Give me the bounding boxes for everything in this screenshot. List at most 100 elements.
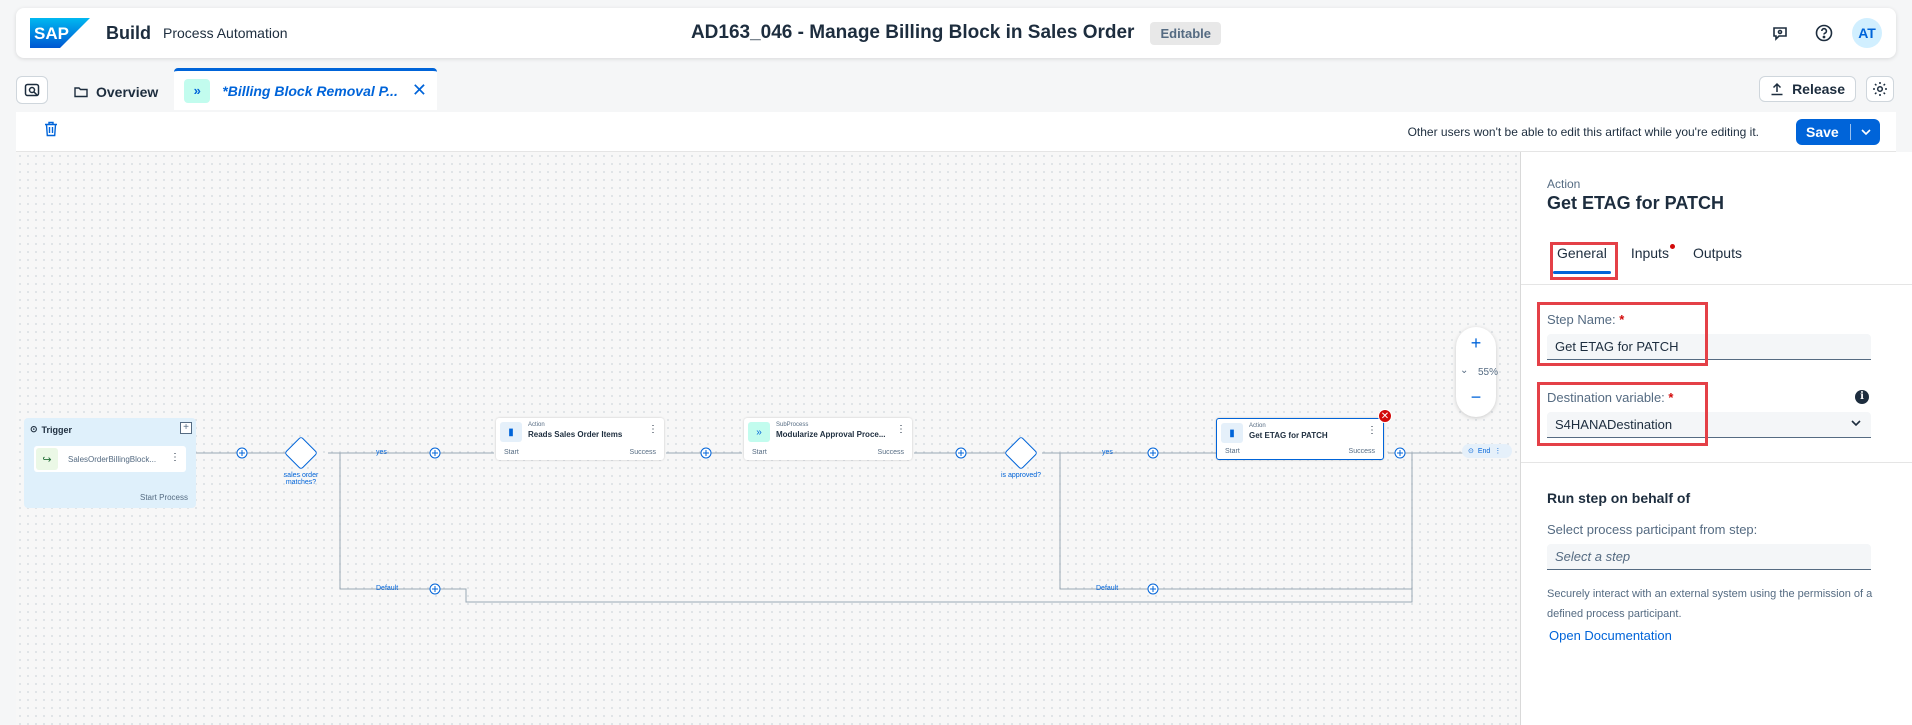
tab-overview-label: Overview [96, 84, 159, 100]
trigger-block[interactable]: ⊙ Trigger + ↪ SalesOrderBillingBlock... … [24, 418, 196, 508]
tab-inputs[interactable]: Inputs [1621, 242, 1679, 274]
shell-title-area: AD163_046 - Manage Billing Block in Sale… [16, 8, 1896, 58]
tab-inputs-label: Inputs [1630, 245, 1669, 261]
upload-icon [1771, 82, 1783, 96]
destination-select[interactable]: S4HANADestination [1547, 412, 1871, 438]
folder-icon [74, 87, 88, 98]
editor-tabs: Overview » *Billing Block Removal P... ✕… [16, 68, 1896, 110]
end-label: End [1477, 447, 1491, 455]
zoom-control: + ⌄ 55% − [1456, 327, 1499, 417]
destination-label: Destination variable: * [1547, 390, 1674, 405]
destination-value: S4HANADestination [1555, 417, 1673, 432]
more-icon[interactable]: ⋮ [648, 424, 658, 435]
trigger-item[interactable]: ↪ SalesOrderBillingBlock... ⋮ [34, 446, 186, 472]
chevron-down-icon [1849, 416, 1863, 433]
wire-label-default: Default [376, 585, 399, 592]
svg-text:SAP: SAP [34, 24, 69, 43]
avatar[interactable]: AT [1852, 18, 1882, 48]
zoom-level: 55% [1478, 367, 1499, 378]
product-name: Build [106, 22, 151, 43]
node-kind: SubProcess [776, 422, 809, 428]
tab-outputs[interactable]: Outputs [1683, 242, 1752, 274]
project-title: AD163_046 - Manage Billing Block in Sale… [690, 22, 1135, 43]
panel-divider [1521, 462, 1912, 463]
participant-note: Securely interact with an external syste… [1547, 588, 1873, 620]
trash-icon [45, 121, 57, 137]
gate-label: sales order matches? [283, 472, 319, 486]
node-name: Modularize Approval Proce... [776, 430, 886, 439]
settings-button[interactable] [1866, 76, 1894, 102]
process-icon: » [184, 78, 211, 103]
node-start: Start [504, 449, 519, 456]
node-name: Reads Sales Order Items [528, 430, 623, 439]
error-icon[interactable]: ✕ [1378, 409, 1392, 423]
action-icon: ▮ [500, 422, 522, 442]
help-icon[interactable] [1808, 17, 1840, 49]
zoom-in-button[interactable]: + [1456, 333, 1496, 354]
subprocess-node[interactable]: » SubProcess Modularize Approval Proce..… [744, 418, 912, 460]
step-name-label: Step Name: * [1547, 312, 1625, 327]
release-label: Release [1792, 81, 1845, 97]
zoom-out-button[interactable]: − [1456, 387, 1496, 408]
node-success: Success [877, 449, 904, 456]
more-icon[interactable]: ⋮ [170, 452, 180, 463]
participant-select[interactable]: Select a step [1547, 544, 1871, 570]
more-icon[interactable]: ⋮ [1494, 447, 1501, 455]
joule-assistant-icon[interactable] [1764, 17, 1796, 49]
inspect-button[interactable] [16, 76, 48, 104]
more-icon[interactable]: ⋮ [896, 424, 906, 435]
delete-button[interactable] [44, 121, 58, 142]
node-start: Start [752, 449, 767, 456]
product-subtitle: Process Automation [163, 25, 288, 41]
trigger-icon: ⊙ [30, 424, 38, 434]
shell-bar: SAP Build Process Automation AD163_046 -… [16, 8, 1896, 58]
tab-overview[interactable]: Overview [58, 74, 174, 110]
inspect-icon [24, 83, 40, 97]
wire-label-yes: yes [376, 449, 387, 456]
shell-actions: AT [1764, 17, 1882, 49]
sap-logo[interactable]: SAP [30, 18, 90, 48]
selected-action-node[interactable]: ▮ Action Get ETAG for PATCH ⋮ Start Succ… [1216, 418, 1384, 460]
zoom-menu-chevron-icon[interactable]: ⌄ [1460, 365, 1468, 376]
node-kind: Action [528, 422, 545, 428]
panel-title: Get ETAG for PATCH [1547, 193, 1724, 213]
event-trigger-icon: ↪ [36, 448, 58, 470]
node-name: Get ETAG for PATCH [1249, 431, 1328, 440]
trigger-header: ⊙ Trigger [30, 424, 72, 435]
node-start: Start [1225, 448, 1240, 455]
lock-message: Other users won't be able to edit this a… [1407, 125, 1759, 139]
save-button[interactable]: Save [1796, 119, 1880, 145]
end-node[interactable]: ⊙ End ⋮ [1462, 444, 1512, 458]
trigger-item-label: SalesOrderBillingBlock... [68, 454, 157, 464]
panel-kind: Action [1547, 177, 1581, 191]
add-trigger-button[interactable]: + [180, 422, 192, 434]
panel-tabs: General Inputs Outputs [1547, 242, 1752, 274]
tab-outputs-label: Outputs [1692, 245, 1742, 261]
close-icon[interactable]: ✕ [412, 80, 427, 101]
tab-billing-block-process[interactable]: » *Billing Block Removal P... ✕ [174, 68, 437, 110]
info-icon[interactable]: i [1855, 390, 1869, 404]
release-button[interactable]: Release [1759, 76, 1856, 102]
run-section-title: Run step on behalf of [1547, 490, 1691, 506]
chevron-down-icon[interactable] [1851, 126, 1880, 138]
trigger-header-label: Trigger [41, 424, 73, 435]
gear-icon [1873, 82, 1887, 96]
status-badge: Editable [1150, 21, 1222, 45]
node-success: Success [1348, 448, 1375, 455]
tab-general[interactable]: General [1547, 242, 1617, 274]
node-success: Success [629, 449, 656, 456]
subprocess-icon: » [748, 422, 770, 442]
action-node[interactable]: ▮ Action Reads Sales Order Items ⋮ Start… [496, 418, 664, 460]
more-icon[interactable]: ⋮ [1367, 425, 1377, 436]
node-kind: Action [1249, 423, 1266, 429]
save-label: Save [1806, 124, 1839, 140]
open-documentation-link[interactable]: Open Documentation [1549, 628, 1672, 643]
trigger-footer: Start Process [139, 493, 188, 502]
editor-toolbar: Other users won't be able to edit this a… [16, 112, 1896, 152]
step-name-input[interactable]: Get ETAG for PATCH [1547, 334, 1871, 360]
error-dot [1669, 244, 1675, 249]
tab-general-label: General [1557, 245, 1607, 261]
action-icon: ▮ [1221, 423, 1243, 443]
gate-label: is approved? [1000, 472, 1042, 479]
end-icon: ⊙ [1468, 448, 1474, 455]
